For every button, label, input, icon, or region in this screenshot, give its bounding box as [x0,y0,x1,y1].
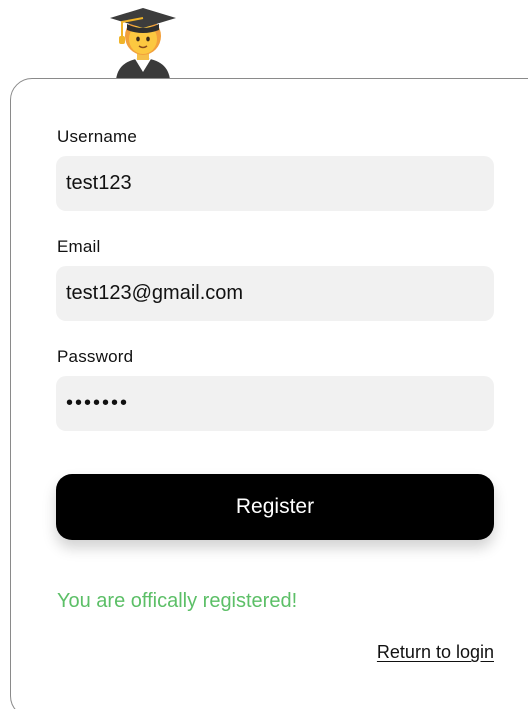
return-to-login-link[interactable]: Return to login [377,642,494,663]
email-label: Email [57,237,101,256]
username-field[interactable] [56,156,494,211]
register-page: Username Email Password Register You are… [0,0,528,709]
password-field[interactable] [56,376,494,431]
success-message: You are offically registered! [57,590,298,612]
email-field[interactable] [56,266,494,321]
register-button[interactable]: Register [56,474,494,540]
username-label: Username [57,127,138,146]
student-icon [110,8,176,80]
password-label: Password [57,347,134,366]
